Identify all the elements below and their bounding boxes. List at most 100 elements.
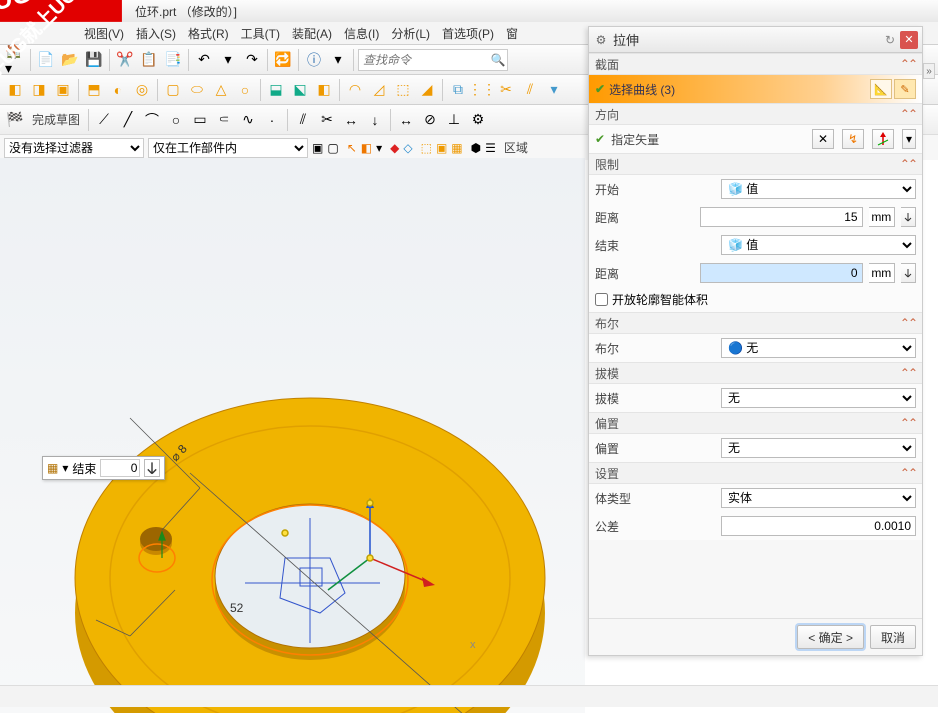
repeat-icon[interactable]: 🔁 <box>272 49 294 71</box>
menu-insert[interactable]: 插入(S) <box>132 25 180 42</box>
finish-sketch-icon[interactable]: 🏁 <box>4 109 26 131</box>
reverse-direction-icon[interactable]: ✕ <box>812 129 834 149</box>
info-dd-icon[interactable]: ▾ <box>327 49 349 71</box>
command-search[interactable]: 🔍 <box>358 49 508 71</box>
circle-icon[interactable]: ○ <box>165 109 187 131</box>
dim-linear-icon[interactable]: ↔ <box>395 109 417 131</box>
menu-window[interactable]: 窗 <box>502 25 522 42</box>
gear-icon[interactable]: ⚙ <box>593 32 609 48</box>
block-icon[interactable]: ▢ <box>162 79 184 101</box>
dynamic-input-cube-icon[interactable]: ▦ <box>47 461 58 475</box>
menu-preferences[interactable]: 首选项(P) <box>438 25 498 42</box>
end-distance-input[interactable] <box>700 263 863 283</box>
panel-overflow-icon[interactable]: » <box>923 63 935 79</box>
offset-curve-icon[interactable]: ⫽ <box>292 109 314 131</box>
filter-scope-select[interactable]: 仅在工作部件内 <box>148 138 308 158</box>
layer-icon[interactable]: ☰ <box>485 141 496 155</box>
viewport-3d[interactable]: ⌀ 8 52 x <box>0 158 585 713</box>
line-icon[interactable]: ╱ <box>117 109 139 131</box>
vector-constructor-icon[interactable]: ↯ <box>842 129 864 149</box>
auto-constraint-icon[interactable]: ⚙ <box>467 109 489 131</box>
open-profile-row[interactable]: 开放轮廓智能体积 <box>589 287 922 312</box>
new-file-icon[interactable]: 📄 <box>35 49 57 71</box>
command-search-input[interactable] <box>359 53 489 67</box>
sketch-section-icon[interactable]: 📐 <box>870 79 892 99</box>
dynamic-input-value[interactable] <box>100 459 140 477</box>
draft-icon[interactable]: ◢ <box>416 79 438 101</box>
constraint-icon[interactable]: ⊥ <box>443 109 465 131</box>
finish-sketch-label[interactable]: 完成草图 <box>28 111 84 128</box>
extend-icon[interactable]: ↔ <box>340 109 362 131</box>
sel-auto-icon[interactable]: ↖ <box>347 141 357 155</box>
fillet-icon[interactable]: ⸦ <box>213 109 235 131</box>
inferred-vector-icon[interactable] <box>872 129 894 149</box>
hole-icon[interactable]: ◎ <box>131 79 153 101</box>
cone-icon[interactable]: △ <box>210 79 232 101</box>
dim-radial-icon[interactable]: ⊘ <box>419 109 441 131</box>
menu-tools[interactable]: 工具(T) <box>237 25 284 42</box>
menu-format[interactable]: 格式(R) <box>184 25 233 42</box>
shell-icon[interactable]: ⬚ <box>392 79 414 101</box>
menu-view[interactable]: 视图(V) <box>80 25 128 42</box>
dynamic-input-arrow-icon[interactable] <box>144 459 160 477</box>
copy-icon[interactable]: 📋 <box>138 49 160 71</box>
menu-analysis[interactable]: 分析(L) <box>387 25 434 42</box>
dynamic-input-dd-icon[interactable]: ▾ <box>62 461 68 475</box>
trim-curve-icon[interactable]: ✂ <box>316 109 338 131</box>
highlight-rect-icon[interactable]: ◇ <box>403 141 412 155</box>
subtract-icon[interactable]: ⬕ <box>289 79 311 101</box>
reset-icon[interactable]: ↻ <box>880 33 900 47</box>
end-option-select[interactable]: 🧊 值 <box>721 235 916 255</box>
save-icon[interactable]: 💾 <box>83 49 105 71</box>
menu-assembly[interactable]: 装配(A) <box>288 25 336 42</box>
section-header-offset[interactable]: 偏置 ⌃⌃ <box>589 412 922 434</box>
show-hide-1-icon[interactable]: ⬚ <box>421 141 432 155</box>
boolean-select[interactable]: 🔵 无 <box>721 338 916 358</box>
sphere-icon[interactable]: ○ <box>234 79 256 101</box>
sel-dd-icon[interactable]: ▾ <box>376 141 382 155</box>
redo-icon[interactable]: ↷ <box>241 49 263 71</box>
start-menu-icon[interactable]: 🏠▾ <box>4 49 26 71</box>
dynamic-input-end[interactable]: ▦ ▾ 结束 <box>42 456 165 480</box>
wcs-icon[interactable]: ⬢ <box>471 141 481 155</box>
point-icon[interactable]: · <box>261 109 283 131</box>
rectangle-icon[interactable]: ▭ <box>189 109 211 131</box>
show-hide-3-icon[interactable]: ▦ <box>451 141 462 155</box>
sketch-icon[interactable]: ◧ <box>4 79 26 101</box>
section-header-limits[interactable]: 限制 ⌃⌃ <box>589 153 922 175</box>
mirror-icon[interactable]: ⧉ <box>447 79 469 101</box>
section-header-section[interactable]: 截面 ⌃⌃ <box>589 53 922 75</box>
pattern-icon[interactable]: ⋮⋮ <box>471 79 493 101</box>
datum-plane-icon[interactable]: ◨ <box>28 79 50 101</box>
panel-header[interactable]: ⚙ 拉伸 ↻ ✕ <box>589 27 922 53</box>
trim-icon[interactable]: ✂ <box>495 79 517 101</box>
sel-face-icon[interactable]: ◧ <box>361 141 372 155</box>
offset-icon[interactable]: ⫽ <box>519 79 541 101</box>
spline-icon[interactable]: ∿ <box>237 109 259 131</box>
section-header-direction[interactable]: 方向 ⌃⌃ <box>589 103 922 125</box>
chamfer-icon[interactable]: ◿ <box>368 79 390 101</box>
filter-exclude-icon[interactable]: ▢ <box>327 141 338 155</box>
filter-include-icon[interactable]: ▣ <box>312 141 323 155</box>
search-icon[interactable]: 🔍 <box>489 53 507 67</box>
curve-rule-icon[interactable]: ✎ <box>894 79 916 99</box>
cylinder-icon[interactable]: ⬭ <box>186 79 208 101</box>
info-icon[interactable]: ⓘ <box>303 49 325 71</box>
draft-select[interactable]: 无 <box>721 388 916 408</box>
arc-icon[interactable]: ⌒ <box>141 109 163 131</box>
section-header-boolean[interactable]: 布尔 ⌃⌃ <box>589 312 922 334</box>
more-features-icon[interactable]: ▾ <box>543 79 565 101</box>
cut-icon[interactable]: ✂️ <box>114 49 136 71</box>
ok-button[interactable]: < 确定 > <box>797 625 864 649</box>
undo-icon[interactable]: ↶ <box>193 49 215 71</box>
intersect-icon[interactable]: ◧ <box>313 79 335 101</box>
start-distance-arrow-icon[interactable] <box>901 207 916 227</box>
menu-info[interactable]: 信息(I) <box>340 25 383 42</box>
datum-csys-icon[interactable]: ▣ <box>52 79 74 101</box>
extrude-icon[interactable]: ⬒ <box>83 79 105 101</box>
vector-dd-icon[interactable]: ▾ <box>902 129 916 149</box>
filter-type-select[interactable]: 没有选择过滤器 <box>4 138 144 158</box>
show-hide-2-icon[interactable]: ▣ <box>436 141 447 155</box>
end-distance-arrow-icon[interactable] <box>901 263 916 283</box>
paste-icon[interactable]: 📑 <box>162 49 184 71</box>
